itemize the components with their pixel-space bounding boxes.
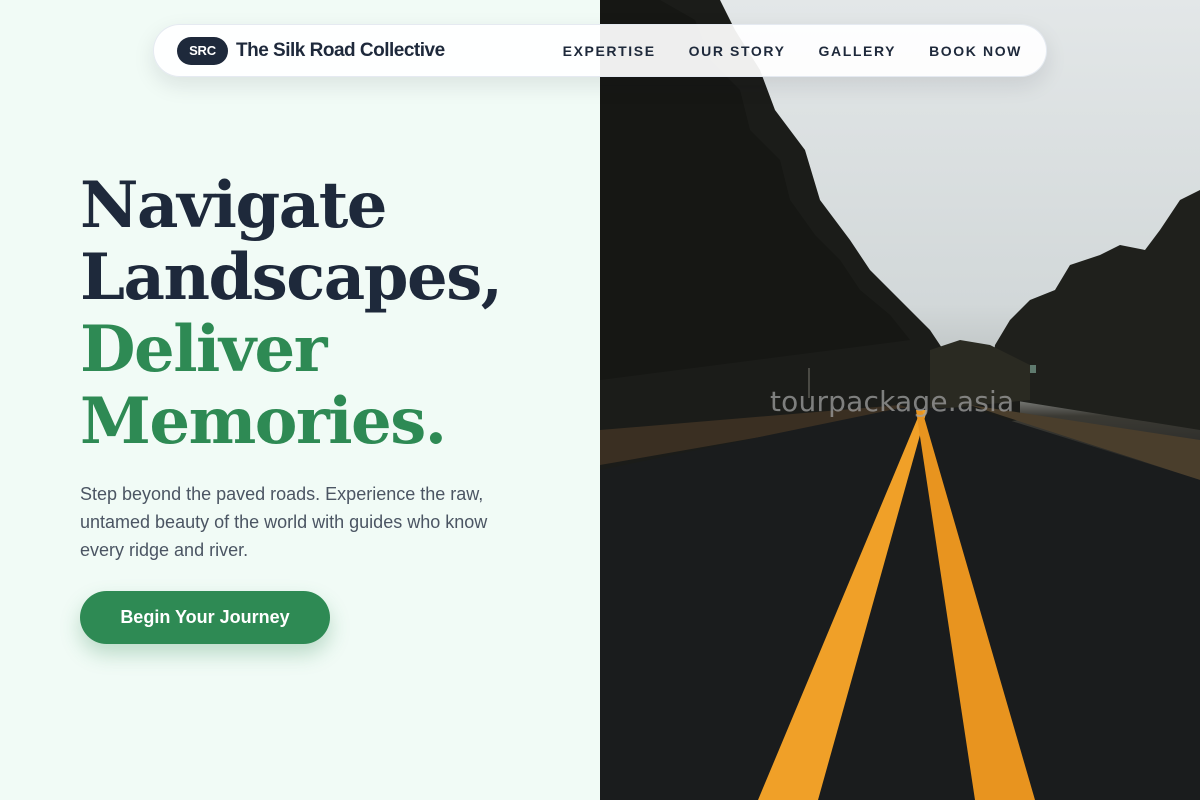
- hero-image-road: tourpackage.asia: [600, 0, 1200, 800]
- begin-journey-button[interactable]: Begin Your Journey: [80, 591, 330, 644]
- headline-line-memories: Memories.: [80, 384, 447, 459]
- nav-link-our-story[interactable]: OUR STORY: [689, 43, 786, 59]
- nav-link-expertise[interactable]: EXPERTISE: [563, 43, 656, 59]
- headline-line-landscapes: Landscapes,: [80, 240, 503, 315]
- brand-name[interactable]: The Silk Road Collective: [236, 40, 445, 62]
- headline-line-navigate: Navigate: [80, 168, 387, 243]
- hero-headline: Navigate Landscapes, Deliver Memories.: [80, 170, 580, 458]
- nav-link-gallery[interactable]: GALLERY: [819, 43, 897, 59]
- watermark-text: tourpackage.asia: [770, 385, 1015, 418]
- hero-description: Step beyond the paved roads. Experience …: [80, 484, 488, 560]
- headline-line-deliver: Deliver: [80, 312, 327, 387]
- nav-links: EXPERTISE OUR STORY GALLERY BOOK NOW: [563, 43, 1022, 59]
- top-navbar: SRC The Silk Road Collective EXPERTISE O…: [153, 24, 1047, 77]
- nav-link-book-now[interactable]: BOOK NOW: [929, 43, 1022, 59]
- logo-badge[interactable]: SRC: [177, 36, 228, 65]
- road-sign: [1030, 365, 1036, 373]
